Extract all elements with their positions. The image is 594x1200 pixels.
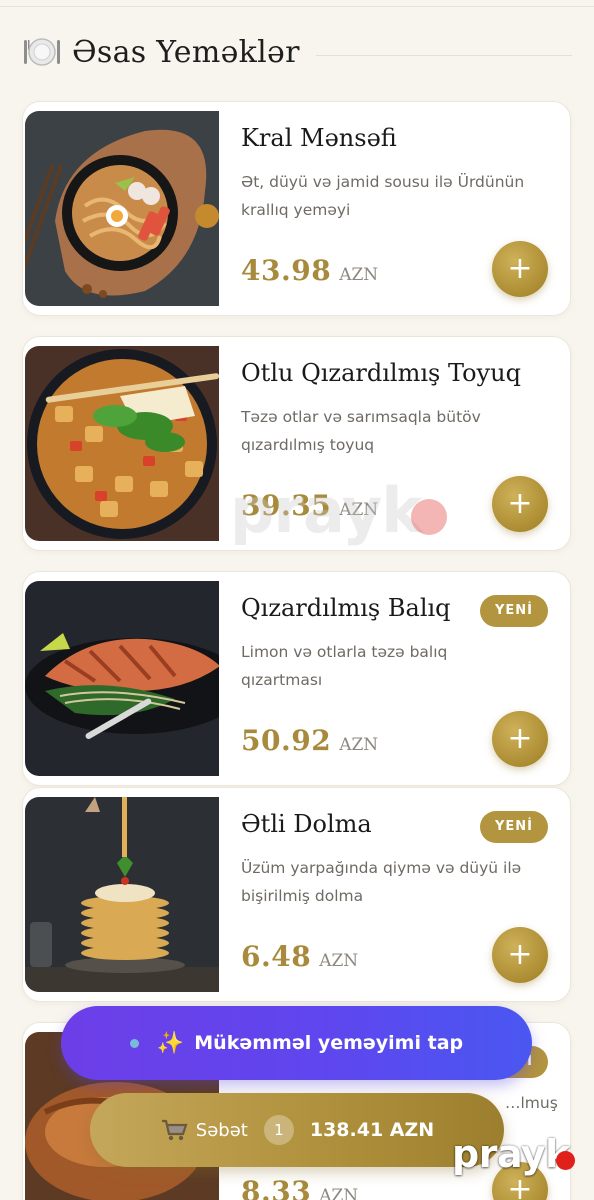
dish-name: Qızardılmış Balıq [241, 594, 451, 622]
price-row: 39.35 AZN [241, 489, 378, 522]
pancake-stack-image [25, 797, 219, 992]
dish-description: …lmuş [505, 1094, 558, 1112]
price-currency: AZN [339, 500, 379, 520]
price-value: 8.33 [241, 1175, 312, 1200]
price-currency: AZN [319, 1186, 359, 1200]
menu-page: Əsas Yeməklər Kral Mənsəfi Ət, düyü və j… [0, 0, 594, 1200]
dish-name: Otlu Qızardılmış Toyuq [241, 359, 521, 387]
price-currency: AZN [339, 735, 379, 755]
top-divider [0, 6, 594, 7]
price-row: 8.33 AZN [241, 1175, 358, 1200]
status-dot [129, 1038, 139, 1048]
dish-name: Kral Mənsəfi [241, 124, 397, 152]
watermark-logo-dot [556, 1151, 575, 1170]
new-badge: YENİ [479, 811, 548, 843]
add-to-cart-button[interactable]: + [492, 241, 548, 297]
price-value: 50.92 [241, 724, 332, 757]
watermark-dot [411, 499, 447, 535]
cta-label: Mükəmməl yeməyimi tap [194, 1032, 464, 1054]
dish-description: Təzə otlar və sarımsaqla bütöv qızardılm… [241, 408, 481, 454]
menu-item-card[interactable]: Kral Mənsəfi Ət, düyü və jamid sousu ilə… [22, 101, 571, 316]
price-value: 6.48 [241, 940, 312, 973]
price-value: 43.98 [241, 254, 332, 287]
cart-icon [160, 1118, 188, 1142]
price-currency: AZN [319, 951, 359, 971]
new-badge: YENİ [479, 595, 548, 627]
plate-cutlery-icon [22, 32, 62, 72]
watermark-logo: prayk [452, 1132, 570, 1176]
dish-description: Ət, düyü və jamid sousu ilə Ürdünün kral… [241, 173, 525, 219]
price-row: 50.92 AZN [241, 724, 378, 757]
menu-item-body: Ətli Dolma YENİ Üzüm yarpağında qiymə və… [241, 788, 570, 1001]
menu-item-body: Kral Mənsəfi Ət, düyü və jamid sousu ilə… [241, 102, 570, 315]
add-to-cart-button[interactable]: + [492, 711, 548, 767]
price-value: 39.35 [241, 489, 332, 522]
chicken-stirfry-image [25, 346, 219, 541]
cart-count-badge: 1 [263, 1115, 294, 1145]
menu-item-body: Qızardılmış Balıq YENİ Limon və otlarla … [241, 572, 570, 785]
add-to-cart-button[interactable]: + [492, 476, 548, 532]
price-row: 6.48 AZN [241, 940, 358, 973]
noodle-bowl-image [25, 111, 219, 306]
menu-item-card[interactable]: Otlu Qızardılmış Toyuq Təzə otlar və sar… [22, 336, 571, 551]
cart-button[interactable]: Səbət 1 138.41 AZN [90, 1093, 504, 1167]
menu-item-body: Otlu Qızardılmış Toyuq Təzə otlar və sar… [241, 337, 570, 550]
menu-item-card[interactable]: Qızardılmış Balıq YENİ Limon və otlarla … [22, 571, 571, 786]
price-row: 43.98 AZN [241, 254, 378, 287]
cart-total: 138.41 AZN [309, 1119, 435, 1141]
section-divider [315, 54, 572, 56]
find-perfect-meal-button[interactable]: ✨ Mükəmməl yeməyimi tap [61, 1006, 532, 1080]
sparkle-icon: ✨ [156, 1030, 185, 1056]
cart-label: Səbət [195, 1119, 248, 1141]
dish-description: Üzüm yarpağında qiymə və düyü ilə bişiri… [241, 859, 522, 905]
menu-item-card[interactable]: Ətli Dolma YENİ Üzüm yarpağında qiymə və… [22, 787, 571, 1002]
price-currency: AZN [339, 265, 379, 285]
dish-name: Ətli Dolma [241, 810, 372, 838]
section-title: Əsas Yeməklər [72, 34, 300, 70]
dish-description: Limon və otlarla təzə balıq qızartması [241, 643, 448, 689]
grilled-salmon-image [25, 581, 219, 776]
add-to-cart-button[interactable]: + [492, 927, 548, 983]
section-header: Əsas Yeməklər [22, 28, 572, 76]
